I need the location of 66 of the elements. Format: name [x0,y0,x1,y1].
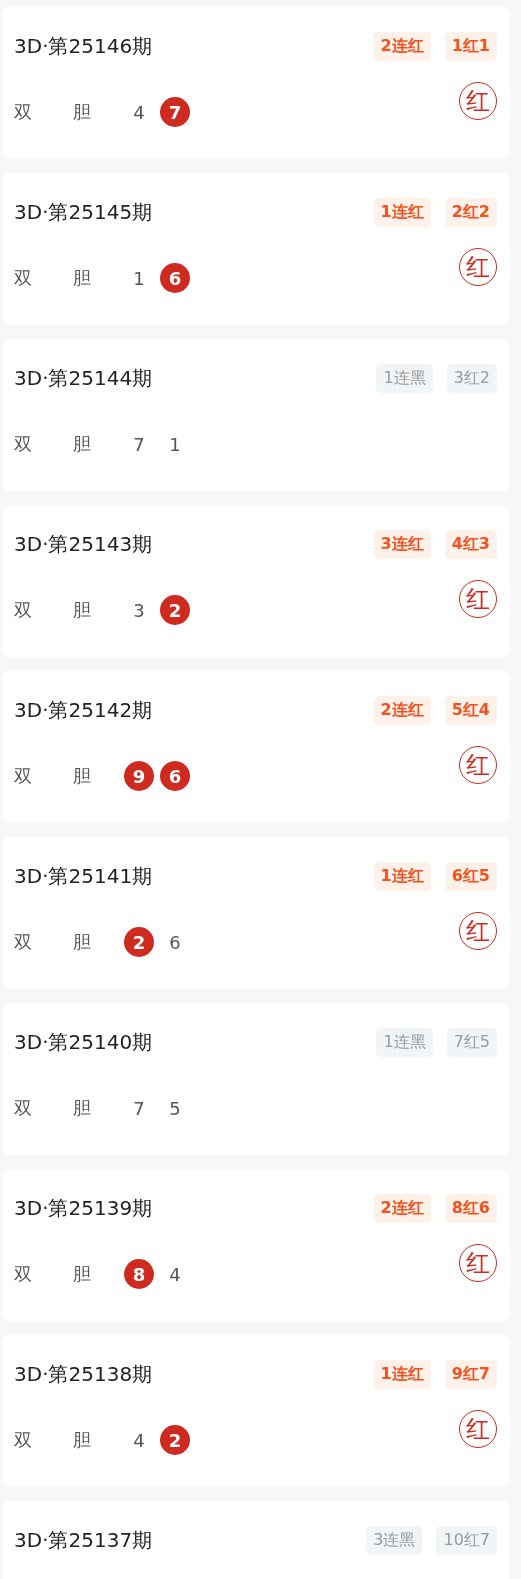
period-title: 3D·第25141期 [14,862,153,890]
highlighted-number: 8 [124,1259,154,1289]
result-tag: 1连黑 [376,363,433,393]
result-tag: 1连红 [373,197,431,227]
row-label: 胆 [73,100,92,124]
result-tag: 1连黑 [376,1027,433,1057]
row-label: 胆 [73,930,92,954]
highlighted-number: 7 [160,97,190,127]
result-tag: 2连红 [373,1193,431,1223]
row-label: 双 [14,266,33,290]
row-label: 双 [14,1428,33,1452]
period-title: 3D·第25142期 [14,696,153,724]
row-label: 双 [14,1096,33,1120]
row-label: 胆 [73,764,92,788]
highlighted-number: 6 [160,263,190,293]
result-tag: 3连黑 [366,1525,423,1555]
result-tag: 6红5 [444,861,497,891]
number: 4 [132,100,146,125]
highlighted-number: 6 [160,761,190,791]
row-label: 双 [14,764,33,788]
number: 1 [132,266,146,291]
highlighted-number: 9 [124,761,154,791]
result-tag: 1连红 [373,861,431,891]
number: 7 [132,1096,146,1121]
row-label: 双 [14,1262,33,1286]
result-tag: 2连红 [373,31,431,61]
period-title: 3D·第25139期 [14,1194,153,1222]
number: 5 [168,1096,182,1121]
row-label: 胆 [73,1428,92,1452]
row-label: 胆 [73,266,92,290]
number: 1 [168,432,182,457]
period-title: 3D·第25143期 [14,530,153,558]
result-tag: 2连红 [373,695,431,725]
row-label: 胆 [73,1096,92,1120]
result-tag: 4红3 [444,529,497,559]
row-label: 双 [14,432,33,456]
result-tag: 3红2 [446,363,497,393]
row-label: 双 [14,930,33,954]
period-title: 3D·第25138期 [14,1360,153,1388]
row-label: 胆 [73,598,92,622]
result-tag: 9红7 [444,1359,497,1389]
row-label: 双 [14,598,33,622]
highlighted-number: 2 [160,595,190,625]
result-tag: 5红4 [444,695,497,725]
result-tag: 1连红 [373,1359,431,1389]
result-tag: 10红7 [436,1525,497,1555]
period-title: 3D·第25145期 [14,198,153,226]
result-tag: 1红1 [444,31,497,61]
number: 4 [168,1262,182,1287]
number: 4 [132,1428,146,1453]
period-title: 3D·第25144期 [14,364,153,392]
result-tag: 2红2 [444,197,497,227]
result-tag: 8红6 [444,1193,497,1223]
period-title: 3D·第25137期 [14,1526,153,1554]
row-label: 双 [14,100,33,124]
number: 7 [132,432,146,457]
result-tag: 7红5 [446,1027,497,1057]
period-title: 3D·第25146期 [14,32,153,60]
row-label: 胆 [73,432,92,456]
highlighted-number: 2 [124,927,154,957]
number: 3 [132,598,146,623]
result-tag: 3连红 [373,529,431,559]
number: 6 [168,930,182,955]
row-label: 胆 [73,1262,92,1286]
highlighted-number: 2 [160,1425,190,1455]
period-title: 3D·第25140期 [14,1028,153,1056]
